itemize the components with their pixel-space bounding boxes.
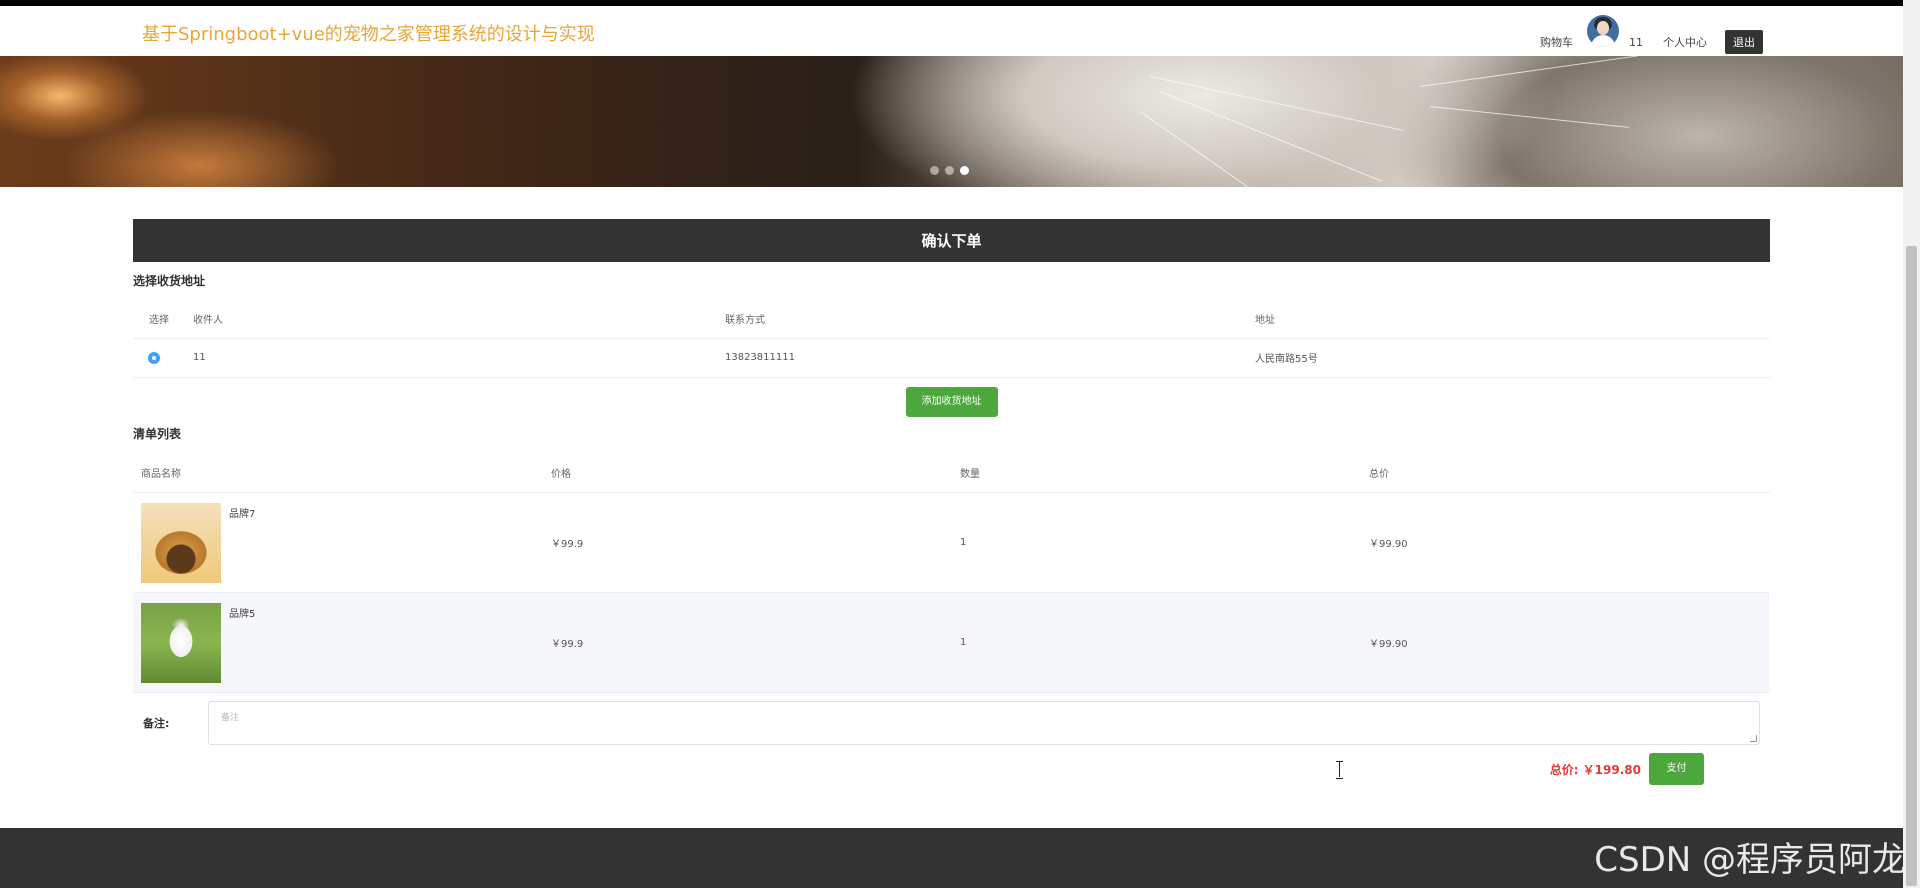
product-name: 品牌5 [229, 608, 256, 620]
total-row: 总价: ￥199.80 支付 [133, 753, 1770, 785]
product-name: 品牌7 [229, 508, 256, 520]
text-cursor-icon [1336, 761, 1344, 779]
col-product-name: 商品名称 [133, 452, 543, 493]
logout-button[interactable]: 退出 [1725, 30, 1763, 54]
product-image[interactable] [141, 602, 221, 683]
address-table: 选择 收件人 联系方式 地址 11 13823811111 人民南路55号 [133, 300, 1770, 378]
address-cell: 人民南路55号 [1255, 338, 1770, 378]
carousel-indicators [930, 166, 969, 175]
total-cell: ￥99.90 [1361, 492, 1770, 593]
col-price: 价格 [543, 452, 952, 493]
item-row: 品牌5 ￥99.9 1 ￥99.90 [133, 592, 1770, 693]
confirm-order-title: 确认下单 [133, 219, 1770, 262]
total-price: 总价: ￥199.80 [1549, 762, 1641, 777]
order-container: 确认下单 选择收货地址 选择 收件人 联系方式 地址 11 1382381111… [133, 219, 1770, 785]
username: 11 [1629, 35, 1643, 49]
col-recipient: 收件人 [193, 300, 725, 339]
remark-label: 备注: [143, 717, 170, 730]
nav-user-area: 购物车 11 个人中心 退出 [1540, 14, 1763, 54]
col-quantity: 数量 [952, 452, 1361, 493]
col-address: 地址 [1255, 300, 1770, 339]
page-scrollbar[interactable] [1903, 0, 1920, 888]
banner-carousel[interactable] [0, 56, 1903, 187]
price-cell: ￥99.9 [543, 492, 952, 593]
total-cell: ￥99.90 [1361, 592, 1770, 693]
col-select: 选择 [133, 300, 193, 339]
user-center-link[interactable]: 个人中心 [1663, 34, 1707, 50]
carousel-dot[interactable] [930, 166, 939, 175]
phone-cell: 13823811111 [725, 338, 1255, 378]
list-section-title: 清单列表 [133, 426, 182, 441]
cart-link[interactable]: 购物车 [1540, 34, 1573, 50]
items-table: 商品名称 价格 数量 总价 品牌7 ￥99.9 1 ￥99.90 品牌5 ￥99… [133, 452, 1770, 693]
remark-textarea[interactable]: 备注 [208, 701, 1760, 745]
carousel-dot-active[interactable] [960, 166, 969, 175]
col-total: 总价 [1361, 452, 1770, 493]
quantity-cell: 1 [952, 492, 1361, 593]
quantity-cell: 1 [952, 592, 1361, 693]
watermark: CSDN @程序员阿龙 [1594, 840, 1906, 880]
scrollbar-thumb[interactable] [1906, 246, 1917, 886]
product-image[interactable] [141, 502, 221, 583]
add-address-button[interactable]: 添加收货地址 [905, 386, 998, 417]
recipient-cell: 11 [193, 338, 725, 378]
avatar[interactable] [1587, 15, 1619, 47]
col-phone: 联系方式 [725, 300, 1255, 339]
address-row[interactable]: 11 13823811111 人民南路55号 [133, 338, 1770, 378]
address-radio[interactable] [148, 351, 160, 364]
carousel-dot[interactable] [945, 166, 954, 175]
remark-row: 备注: 备注 [133, 701, 1770, 745]
navbar: 基于Springboot+vue的宠物之家管理系统的设计与实现 购物车 11 个… [0, 6, 1903, 56]
price-cell: ￥99.9 [543, 592, 952, 693]
site-title[interactable]: 基于Springboot+vue的宠物之家管理系统的设计与实现 [142, 20, 595, 46]
address-section-title: 选择收货地址 [133, 274, 206, 288]
pay-button[interactable]: 支付 [1649, 753, 1704, 785]
item-row: 品牌7 ￥99.9 1 ￥99.90 [133, 492, 1770, 593]
